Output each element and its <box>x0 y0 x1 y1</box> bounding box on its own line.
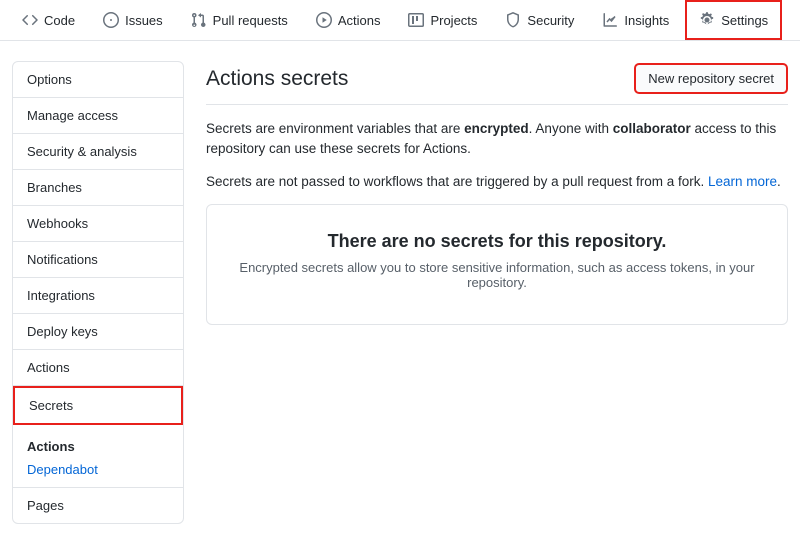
settings-sidebar: Options Manage access Security & analysi… <box>12 61 184 524</box>
sidebar-item-webhooks[interactable]: Webhooks <box>13 206 183 242</box>
sidebar-item-deploy-keys[interactable]: Deploy keys <box>13 314 183 350</box>
projects-icon <box>408 12 424 28</box>
tab-insights-label: Insights <box>624 13 669 28</box>
empty-secrets-panel: There are no secrets for this repository… <box>206 204 788 325</box>
sidebar-item-actions[interactable]: Actions <box>13 350 183 386</box>
tab-code-label: Code <box>44 13 75 28</box>
issues-icon <box>103 12 119 28</box>
tab-code[interactable]: Code <box>10 0 87 40</box>
secrets-description-2: Secrets are not passed to workflows that… <box>206 172 788 192</box>
sidebar-sub-secrets: Actions Dependabot <box>13 425 183 488</box>
gear-icon <box>699 12 715 28</box>
sidebar-item-integrations[interactable]: Integrations <box>13 278 183 314</box>
tab-projects-label: Projects <box>430 13 477 28</box>
sidebar-sub-heading: Actions <box>27 439 169 454</box>
empty-secrets-text: Encrypted secrets allow you to store sen… <box>227 260 767 290</box>
sidebar-item-branches[interactable]: Branches <box>13 170 183 206</box>
tab-issues-label: Issues <box>125 13 163 28</box>
tab-pulls-label: Pull requests <box>213 13 288 28</box>
tab-security[interactable]: Security <box>493 0 586 40</box>
empty-secrets-heading: There are no secrets for this repository… <box>227 231 767 252</box>
tab-insights[interactable]: Insights <box>590 0 681 40</box>
sidebar-item-manage-access[interactable]: Manage access <box>13 98 183 134</box>
pull-request-icon <box>191 12 207 28</box>
code-icon <box>22 12 38 28</box>
insights-icon <box>602 12 618 28</box>
tab-projects[interactable]: Projects <box>396 0 489 40</box>
tab-settings-label: Settings <box>721 13 768 28</box>
repo-nav: Code Issues Pull requests Actions Projec… <box>0 0 800 41</box>
tab-security-label: Security <box>527 13 574 28</box>
page-title: Actions secrets <box>206 67 348 91</box>
secrets-description-1: Secrets are environment variables that a… <box>206 119 788 160</box>
new-repository-secret-button[interactable]: New repository secret <box>634 63 788 94</box>
sidebar-item-notifications[interactable]: Notifications <box>13 242 183 278</box>
main-content: Actions secrets New repository secret Se… <box>206 61 788 524</box>
security-icon <box>505 12 521 28</box>
tab-settings[interactable]: Settings <box>685 0 782 40</box>
tab-actions[interactable]: Actions <box>304 0 393 40</box>
sidebar-item-options[interactable]: Options <box>13 62 183 98</box>
sidebar-item-secrets[interactable]: Secrets <box>13 386 183 425</box>
sidebar-item-pages[interactable]: Pages <box>13 488 183 523</box>
learn-more-link[interactable]: Learn more <box>708 174 777 189</box>
tab-actions-label: Actions <box>338 13 381 28</box>
actions-icon <box>316 12 332 28</box>
sidebar-sub-dependabot[interactable]: Dependabot <box>27 462 169 477</box>
tab-pulls[interactable]: Pull requests <box>179 0 300 40</box>
tab-issues[interactable]: Issues <box>91 0 175 40</box>
sidebar-item-security-analysis[interactable]: Security & analysis <box>13 134 183 170</box>
